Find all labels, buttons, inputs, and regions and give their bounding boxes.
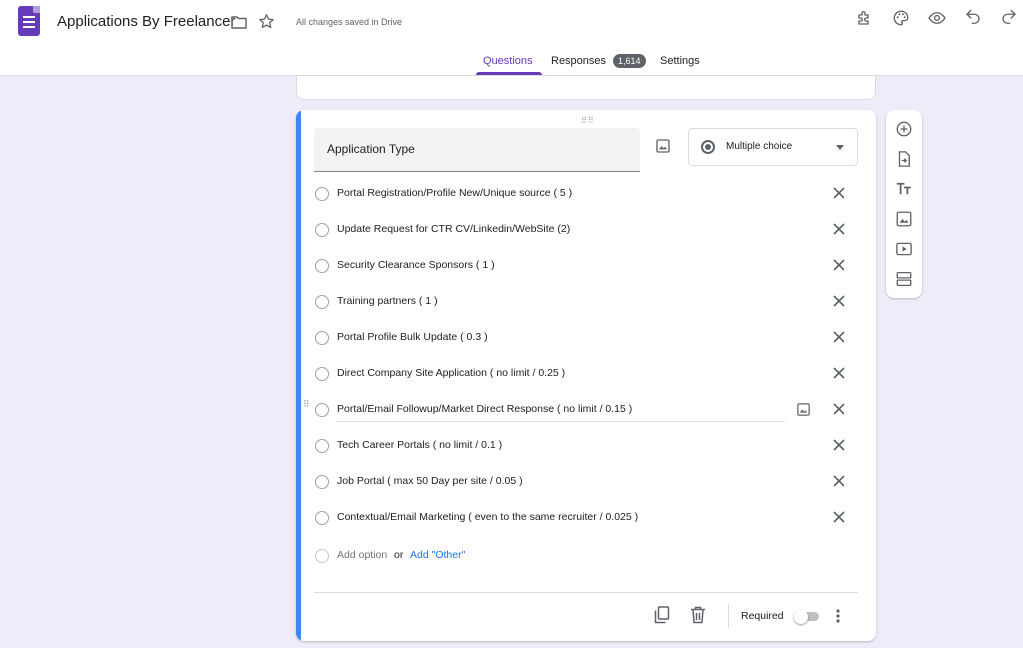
undo-icon[interactable] [964,9,982,27]
question-title-text[interactable]: Application Type [327,142,415,156]
option-label[interactable]: Update Request for CTR CV/Linkedin/WebSi… [337,223,570,235]
tab-questions[interactable]: Questions [483,55,533,67]
option-radio-icon [315,295,329,309]
remove-option-icon[interactable] [832,402,846,416]
forms-logo-icon[interactable] [18,6,40,36]
preview-eye-icon[interactable] [928,9,946,27]
option-label[interactable]: Contextual/Email Marketing ( even to the… [337,511,638,523]
add-image-icon[interactable] [895,210,913,228]
tab-settings[interactable]: Settings [660,55,700,67]
save-status: All changes saved in Drive [296,17,403,27]
option-row[interactable]: Direct Company Site Application ( no lim… [296,356,876,392]
remove-option-icon[interactable] [832,222,846,236]
question-card[interactable]: ⠿⠿ Application Type Multiple choice Port… [296,110,876,641]
add-option-row: Add option or Add "Other" [296,544,876,568]
option-row[interactable]: Training partners ( 1 ) [296,284,876,320]
question-type-label: Multiple choice [726,141,793,152]
more-options-icon[interactable] [834,608,842,624]
folder-icon[interactable] [231,15,247,29]
import-questions-icon[interactable] [895,150,913,168]
option-row-focused[interactable]: ⠿ Portal/Email Followup/Market Direct Re… [296,392,876,428]
palette-icon[interactable] [892,9,910,27]
add-option-button[interactable]: Add option [337,549,387,561]
option-radio-icon [315,403,329,417]
floating-toolbar [886,110,922,298]
option-image-icon[interactable] [796,402,811,417]
active-tab-indicator [476,72,542,75]
option-label[interactable]: Direct Company Site Application ( no lim… [337,367,565,379]
remove-option-icon[interactable] [832,186,846,200]
card-drag-handle-icon[interactable]: ⠿⠿ [581,116,595,125]
tab-responses[interactable]: Responses [551,55,606,67]
option-radio-icon [315,367,329,381]
add-question-icon[interactable] [895,120,913,138]
previous-question-card[interactable] [296,76,876,100]
option-radio-icon [315,259,329,273]
option-radio-icon [315,439,329,453]
redo-icon[interactable] [1000,9,1018,27]
app-header: Applications By Freelancer All changes s… [0,0,1023,76]
question-type-dropdown[interactable]: Multiple choice [688,128,858,166]
addon-puzzle-icon[interactable] [856,9,874,27]
option-row[interactable]: Job Portal ( max 50 Day per site / 0.05 … [296,464,876,500]
radio-button-icon [701,140,715,154]
option-drag-handle-icon[interactable]: ⠿ [303,400,311,409]
remove-option-icon[interactable] [832,258,846,272]
option-radio-icon [315,475,329,489]
add-title-icon[interactable] [895,180,913,198]
remove-option-icon[interactable] [832,330,846,344]
add-video-icon[interactable] [895,240,913,258]
option-label[interactable]: Training partners ( 1 ) [337,295,438,307]
dropdown-arrow-icon [836,145,844,150]
question-title-field[interactable]: Application Type [314,128,640,172]
option-label[interactable]: Tech Career Portals ( no limit / 0.1 ) [337,439,502,451]
option-row[interactable]: Update Request for CTR CV/Linkedin/WebSi… [296,212,876,248]
option-radio-icon [315,187,329,201]
remove-option-icon[interactable] [832,510,846,524]
option-label[interactable]: Portal Profile Bulk Update ( 0.3 ) [337,331,488,343]
footer-separator [728,604,729,628]
delete-icon[interactable] [690,606,706,624]
option-row[interactable]: Portal Profile Bulk Update ( 0.3 ) [296,320,876,356]
option-input-underline [337,421,785,422]
duplicate-icon[interactable] [654,606,670,624]
add-section-icon[interactable] [895,270,913,288]
add-other-button[interactable]: Add "Other" [410,549,465,561]
option-label[interactable]: Job Portal ( max 50 Day per site / 0.05 … [337,475,523,487]
option-radio-icon [315,511,329,525]
option-row[interactable]: Portal Registration/Profile New/Unique s… [296,176,876,212]
remove-option-icon[interactable] [832,474,846,488]
remove-option-icon[interactable] [832,438,846,452]
option-label[interactable]: Portal Registration/Profile New/Unique s… [337,187,572,199]
option-row[interactable]: Security Clearance Sponsors ( 1 ) [296,248,876,284]
responses-count-badge: 1,614 [613,54,646,68]
add-image-icon[interactable] [655,138,671,154]
remove-option-icon[interactable] [832,294,846,308]
option-label[interactable]: Portal/Email Followup/Market Direct Resp… [337,403,632,415]
remove-option-icon[interactable] [832,366,846,380]
option-row[interactable]: Contextual/Email Marketing ( even to the… [296,500,876,536]
required-label: Required [741,610,784,622]
form-title[interactable]: Applications By Freelancer [57,13,235,30]
star-icon[interactable] [258,13,275,30]
option-radio-icon [315,223,329,237]
form-tabs: Questions Responses 1,614 Settings [0,53,1023,75]
option-radio-icon [315,331,329,345]
card-footer-divider [314,592,858,593]
or-text: or [394,549,404,561]
option-row[interactable]: Tech Career Portals ( no limit / 0.1 ) [296,428,876,464]
required-toggle[interactable] [794,610,820,624]
option-label[interactable]: Security Clearance Sponsors ( 1 ) [337,259,495,271]
add-option-radio-icon [315,549,329,563]
